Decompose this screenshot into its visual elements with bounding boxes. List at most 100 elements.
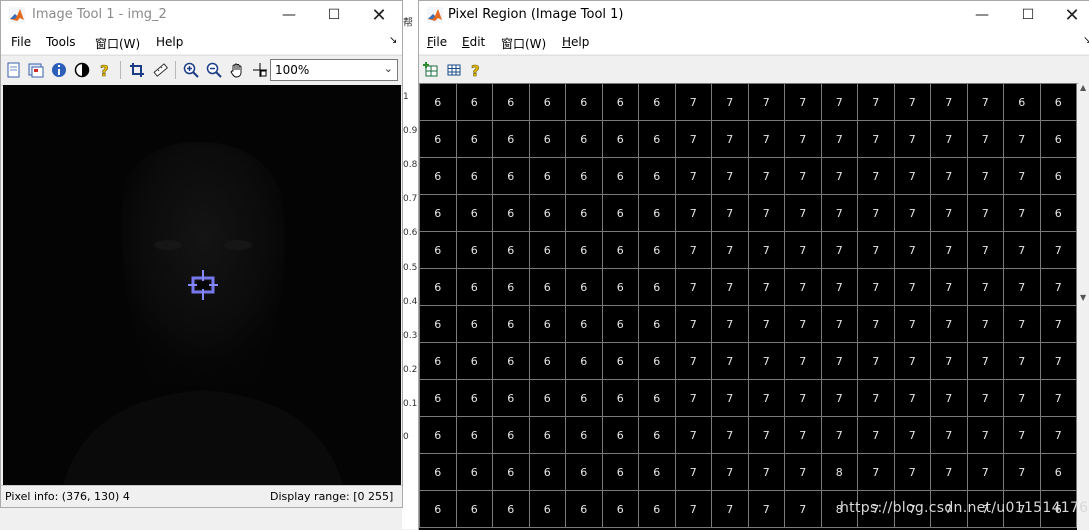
axis-tick: 0.8 <box>403 160 418 170</box>
pixel-cell: 6 <box>419 157 457 195</box>
pixel-cell: 7 <box>966 416 1004 454</box>
maximize-icon[interactable]: ☐ <box>1005 1 1051 29</box>
pixel-cell: 7 <box>674 268 712 306</box>
close-icon[interactable]: ✕ <box>1049 1 1089 29</box>
pixel-cell: 7 <box>857 268 895 306</box>
pixel-cell: 7 <box>784 157 822 195</box>
pixel-cell: 6 <box>601 416 639 454</box>
pixel-cell: 7 <box>1003 120 1041 158</box>
pixel-region-rectangle[interactable] <box>187 269 219 301</box>
pixel-cell: 7 <box>966 83 1004 121</box>
menu-help[interactable]: Help <box>562 35 589 49</box>
menu-tools[interactable]: Tools <box>46 35 76 49</box>
pixel-cell: 7 <box>930 416 968 454</box>
window-title: Image Tool 1 - img_2 <box>32 7 167 22</box>
pixel-cell: 7 <box>674 120 712 158</box>
pixel-cell: 7 <box>893 453 931 491</box>
pixel-region-toolbar: ? <box>419 55 1089 84</box>
pixel-cell: 6 <box>638 268 676 306</box>
pixel-cell: 6 <box>638 231 676 269</box>
pixel-cell: 6 <box>565 416 603 454</box>
pixel-row: 666666677777777776 <box>419 194 1077 232</box>
open-image-icon[interactable] <box>26 60 46 80</box>
zoom-select[interactable]: 100% ⌄ <box>270 59 398 81</box>
pixel-cell: 7 <box>784 416 822 454</box>
scroll-down-icon[interactable]: ▼ <box>1080 293 1086 302</box>
pixel-cell: 7 <box>857 379 895 417</box>
minimize-icon[interactable]: — <box>959 1 1005 29</box>
pixel-cell: 7 <box>1039 416 1077 454</box>
pixel-cell: 6 <box>1039 83 1077 121</box>
vertical-scrollbar[interactable]: ▲ ▼ <box>1079 83 1089 530</box>
pan-hand-icon[interactable] <box>227 60 247 80</box>
menu-file[interactable]: File <box>427 35 447 49</box>
pixel-table-icon[interactable] <box>444 60 464 80</box>
pixel-cell: 6 <box>565 120 603 158</box>
pixel-cell: 7 <box>820 416 858 454</box>
help-icon[interactable]: ? <box>466 60 486 80</box>
pixel-row: 666666677777777766 <box>419 83 1077 121</box>
pixel-region-icon[interactable] <box>250 60 270 80</box>
crop-icon[interactable] <box>127 60 147 80</box>
measure-distance-icon[interactable] <box>150 60 170 80</box>
pixel-cell: 6 <box>528 342 566 380</box>
pixel-cell: 6 <box>638 379 676 417</box>
svg-text:?: ? <box>471 62 480 78</box>
menu-file[interactable]: File <box>11 35 31 49</box>
pixel-region-window: Pixel Region (Image Tool 1) — ☐ ✕ File E… <box>418 0 1089 530</box>
image-tool-titlebar[interactable]: Image Tool 1 - img_2 — ☐ ✕ <box>1 1 402 29</box>
pixel-cell: 7 <box>747 453 785 491</box>
close-icon[interactable]: ✕ <box>356 1 402 29</box>
toolbar-separator <box>175 61 176 79</box>
pixel-cell: 6 <box>601 83 639 121</box>
pixel-row: 666666677777777777 <box>419 416 1077 454</box>
zoom-out-icon[interactable] <box>204 60 224 80</box>
help-icon[interactable]: ? <box>95 60 115 80</box>
pixel-cell: 7 <box>857 83 895 121</box>
pixel-value-grid[interactable]: 6666666777777777666666666777777777766666… <box>419 83 1077 530</box>
pixel-cell: 6 <box>528 231 566 269</box>
axis-tick: 0.7 <box>403 194 418 204</box>
menu-window[interactable]: 窗口(W) <box>95 35 140 52</box>
new-figure-icon[interactable] <box>4 60 24 80</box>
scroll-up-icon[interactable]: ▲ <box>1080 83 1086 92</box>
pixel-cell: 6 <box>419 231 457 269</box>
copy-position-icon[interactable] <box>421 60 441 80</box>
contrast-icon[interactable] <box>72 60 92 80</box>
pixel-cell: 6 <box>455 379 493 417</box>
pixel-cell: 6 <box>492 416 530 454</box>
pixel-cell: 6 <box>638 120 676 158</box>
pixel-cell: 6 <box>638 157 676 195</box>
pixel-cell: 7 <box>711 268 749 306</box>
pixel-cell: 7 <box>1003 268 1041 306</box>
menu-edit[interactable]: Edit <box>462 35 485 49</box>
pixel-cell: 7 <box>930 305 968 343</box>
chevron-down-icon[interactable]: ⌄ <box>384 62 393 75</box>
info-icon[interactable] <box>49 60 69 80</box>
dock-arrow-icon[interactable]: ↘ <box>389 35 397 46</box>
pixel-cell: 6 <box>419 305 457 343</box>
dock-arrow-icon[interactable]: ↘ <box>1083 35 1089 46</box>
pixel-cell: 6 <box>492 231 530 269</box>
pixel-cell: 7 <box>1039 305 1077 343</box>
window-title: Pixel Region (Image Tool 1) <box>448 7 624 22</box>
pixel-row: 666666677777777777 <box>419 379 1077 417</box>
pixel-cell: 7 <box>820 268 858 306</box>
pixel-cell: 6 <box>1039 157 1077 195</box>
pixel-cell: 7 <box>893 83 931 121</box>
axis-tick: 0.4 <box>403 297 418 307</box>
pixel-cell: 7 <box>1039 342 1077 380</box>
pixel-row: 666666677777777777 <box>419 268 1077 306</box>
menu-window[interactable]: 窗口(W) <box>501 35 546 52</box>
menu-help[interactable]: Help <box>156 35 183 49</box>
pixel-region-titlebar[interactable]: Pixel Region (Image Tool 1) — ☐ ✕ <box>419 1 1089 29</box>
zoom-in-icon[interactable] <box>181 60 201 80</box>
pixel-cell: 7 <box>893 342 931 380</box>
pixel-cell: 6 <box>601 490 639 528</box>
image-display[interactable] <box>3 85 401 485</box>
pixel-cell: 7 <box>711 453 749 491</box>
minimize-icon[interactable]: — <box>266 1 312 29</box>
maximize-icon[interactable]: ☐ <box>311 1 357 29</box>
pixel-cell: 6 <box>528 416 566 454</box>
pixel-cell: 6 <box>455 305 493 343</box>
